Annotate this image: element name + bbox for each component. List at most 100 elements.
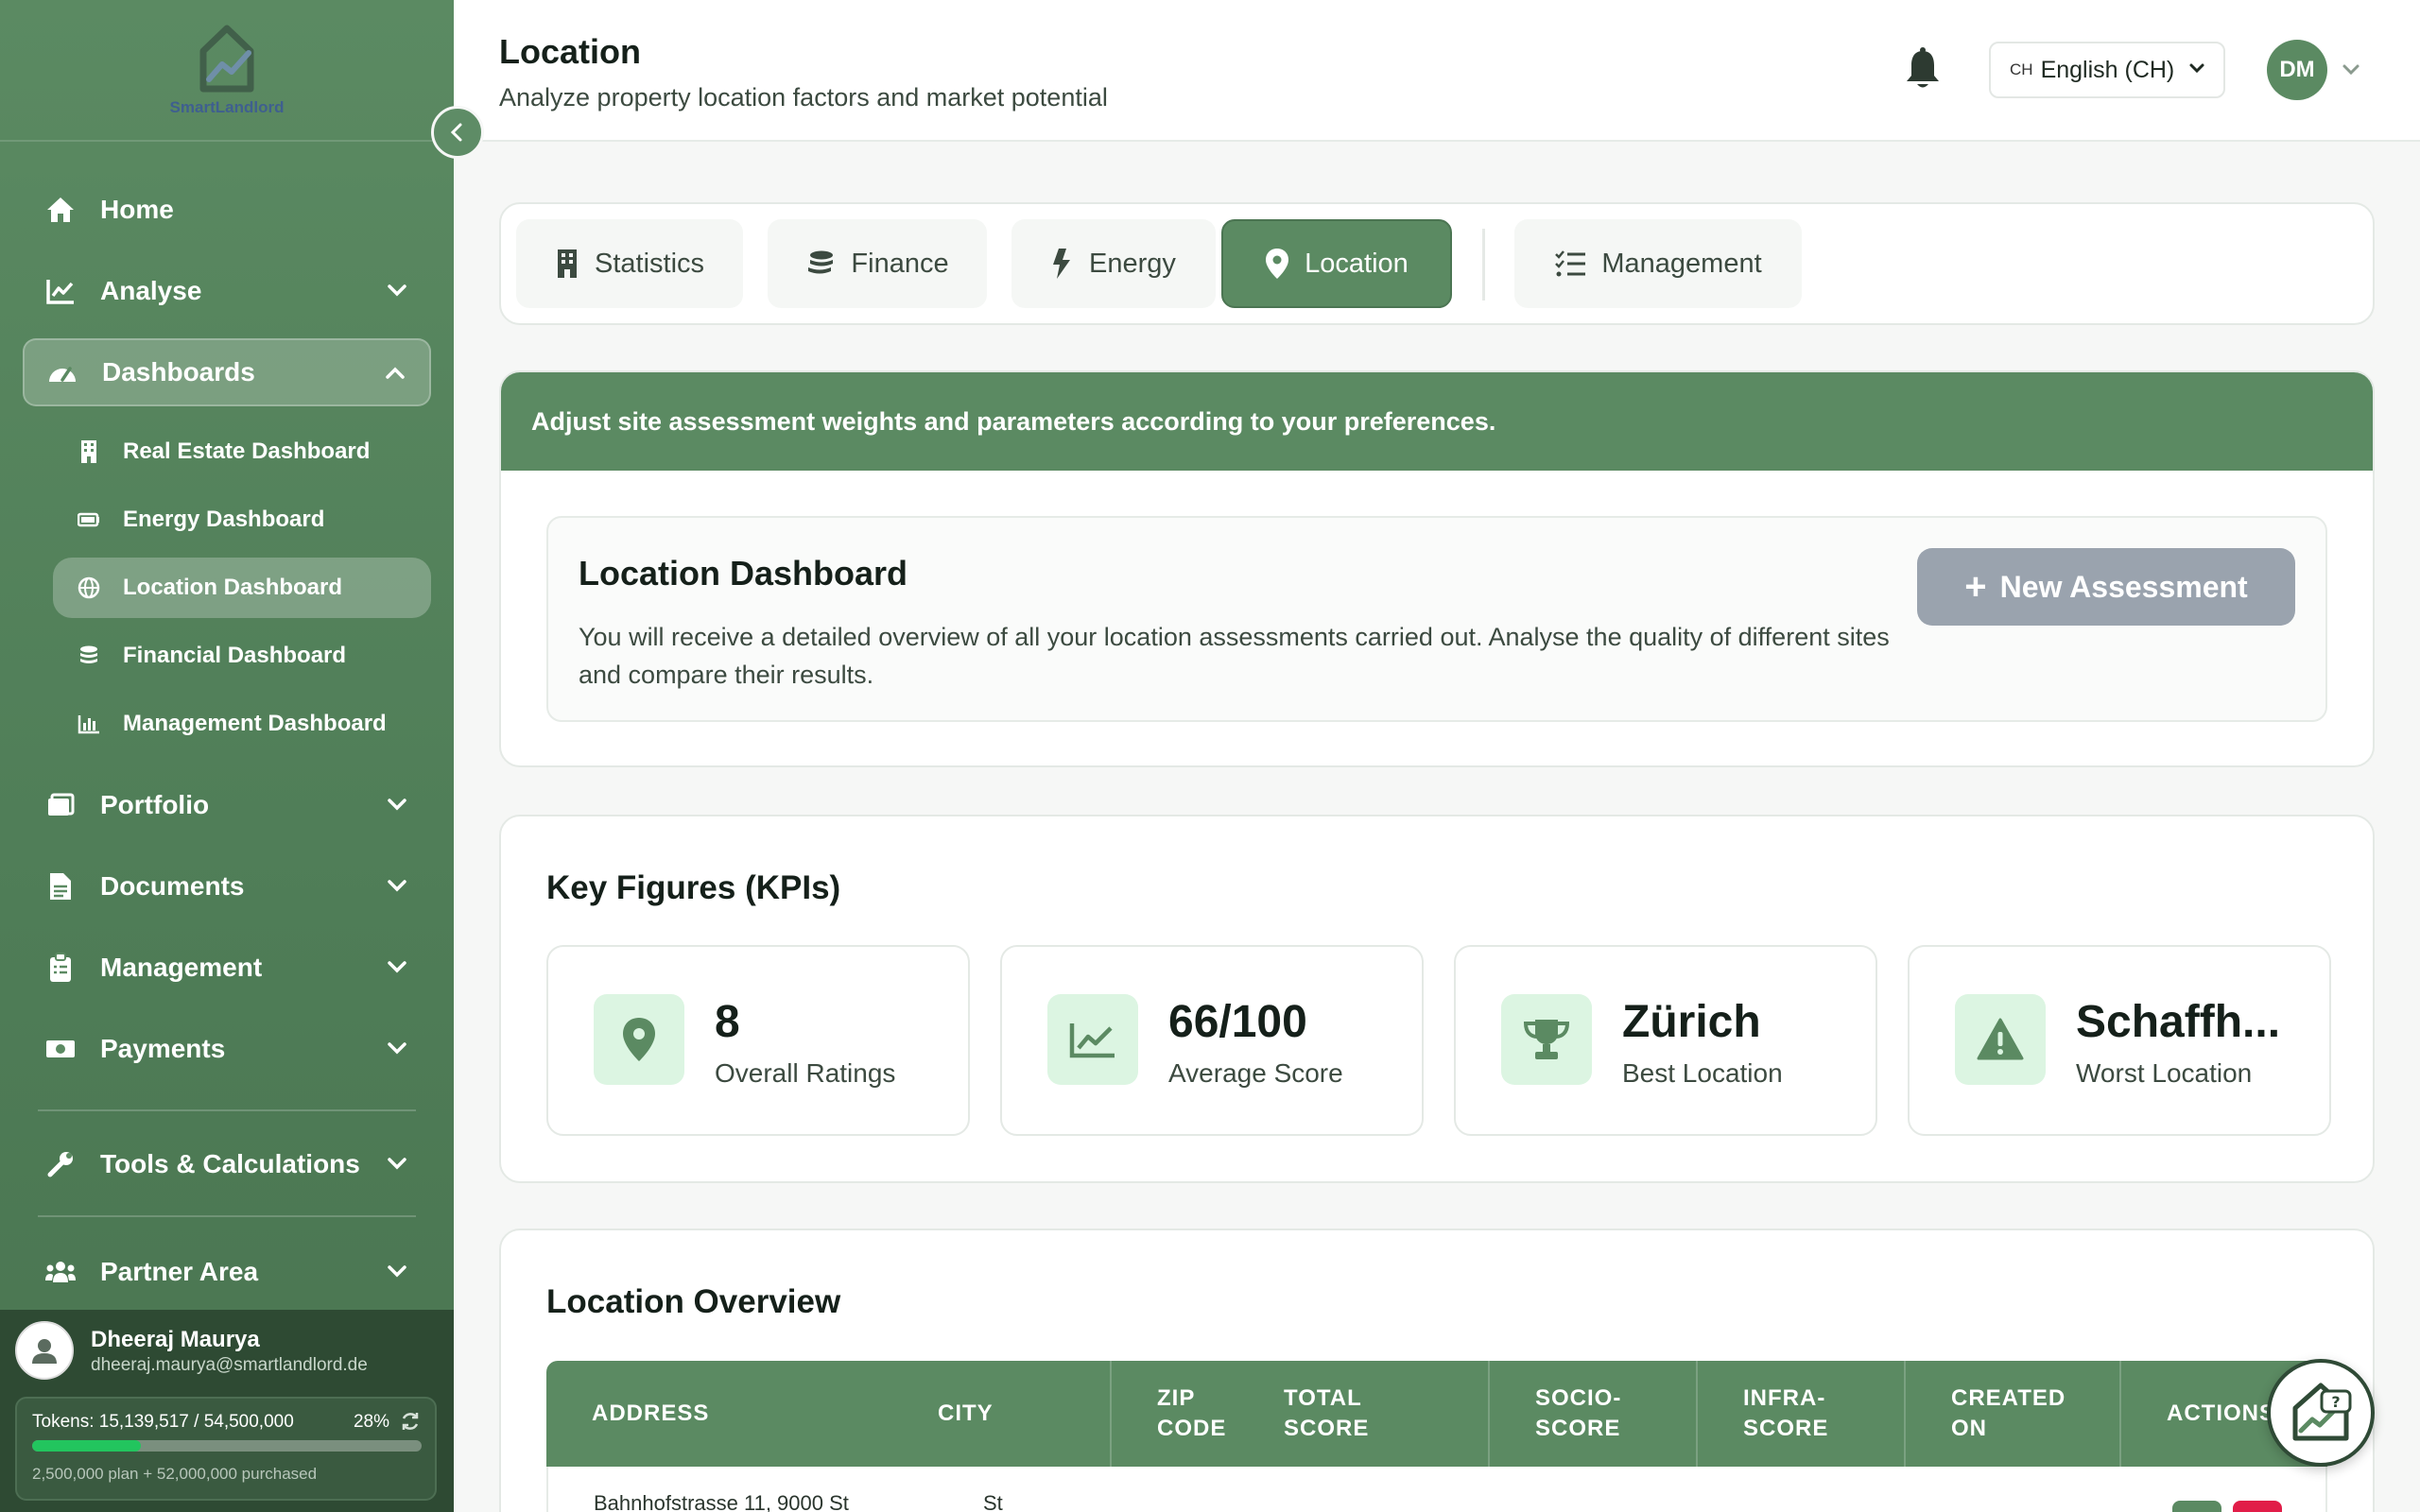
- column-header-created-on[interactable]: CREATED ON: [1904, 1361, 2119, 1467]
- sidebar-item-dashboards[interactable]: Dashboards: [23, 338, 431, 406]
- sidebar-item-label: Tools & Calculations: [100, 1149, 360, 1178]
- logo[interactable]: SmartLandlord: [0, 0, 454, 142]
- sidebar-subitem-management-dashboard[interactable]: Management Dashboard: [53, 694, 431, 754]
- kpi-card-overall-ratings: 8 Overall Ratings: [546, 945, 970, 1136]
- tab-location[interactable]: Location: [1221, 219, 1452, 308]
- sidebar-item-label: Portfolio: [100, 790, 210, 819]
- help-chat-button[interactable]: ?: [2267, 1359, 2375, 1467]
- sidebar-item-management[interactable]: Management: [23, 934, 431, 1002]
- top-header: Location Analyze property location facto…: [454, 0, 2420, 142]
- language-selector[interactable]: CH English (CH): [1989, 42, 2225, 98]
- users-icon: [43, 1255, 78, 1289]
- tab-label: Energy: [1089, 248, 1176, 279]
- building-icon: [76, 438, 102, 465]
- sidebar-item-portfolio[interactable]: Portfolio: [23, 771, 431, 839]
- column-header-zip-code[interactable]: ZIP CODE: [1110, 1361, 1284, 1467]
- sidebar-subitem-energy-dashboard[interactable]: Energy Dashboard: [53, 490, 431, 550]
- logo-text: SmartLandlord: [169, 98, 285, 116]
- column-header-total-score[interactable]: TOTAL SCORE: [1284, 1361, 1469, 1467]
- token-count: Tokens: 15,139,517 / 54,500,000: [32, 1412, 294, 1432]
- logo-icon: [199, 25, 254, 93]
- tab-energy[interactable]: Energy: [1011, 219, 1216, 308]
- edit-action-button[interactable]: [2172, 1501, 2221, 1512]
- user-icon: [32, 1339, 57, 1364]
- tab-label: Location: [1305, 248, 1409, 279]
- token-usage: Tokens: 15,139,517 / 54,500,000 28% 2,50…: [15, 1397, 437, 1501]
- tab-label: Management: [1601, 248, 1762, 279]
- kpi-label: Best Location: [1622, 1058, 1783, 1088]
- section-description: You will receive a detailed overview of …: [579, 623, 1890, 689]
- lightning-icon: [1051, 248, 1074, 280]
- user-panel: Dheeraj Maurya dheeraj.maurya@smartlandl…: [0, 1310, 454, 1512]
- cell-city: St: [983, 1491, 1003, 1512]
- folder-icon: [43, 788, 78, 822]
- kpi-value: Schaffh...: [2076, 997, 2281, 1047]
- kpi-section: Key Figures (KPIs) 8 Overall Ratings 66/…: [499, 815, 2375, 1183]
- chevron-down-icon: [386, 1036, 408, 1066]
- coins-icon: [76, 643, 102, 669]
- column-header-socio-score[interactable]: SOCIO- SCORE: [1488, 1361, 1696, 1467]
- sidebar-item-payments[interactable]: Payments: [23, 1015, 431, 1083]
- column-header-address[interactable]: ADDRESS: [546, 1361, 938, 1467]
- cell-address: Bahnhofstrasse 11, 9000 St: [594, 1491, 849, 1512]
- sidebar-item-tools-calculations[interactable]: Tools & Calculations: [23, 1130, 431, 1198]
- token-percent: 28%: [353, 1412, 389, 1432]
- sidebar-subitem-financial-dashboard[interactable]: Financial Dashboard: [53, 626, 431, 686]
- section-title: Location Dashboard: [579, 554, 908, 593]
- tab-statistics[interactable]: Statistics: [516, 219, 743, 308]
- sidebar-item-partner-area[interactable]: Partner Area: [23, 1238, 431, 1306]
- user-avatar[interactable]: DM: [2267, 40, 2327, 100]
- page-subtitle: Analyze property location factors and ma…: [499, 83, 1108, 112]
- kpi-title: Key Figures (KPIs): [546, 869, 841, 906]
- sidebar-item-label: Partner Area: [100, 1257, 259, 1286]
- kpi-card-worst-location: Schaffh... Worst Location: [1908, 945, 2331, 1136]
- sidebar-item-label: Dashboards: [102, 357, 255, 387]
- refresh-icon[interactable]: [399, 1410, 422, 1437]
- settings-banner[interactable]: Adjust site assessment weights and param…: [501, 372, 2373, 471]
- tab-management[interactable]: Management: [1514, 219, 1802, 308]
- tab-label: Finance: [851, 248, 949, 279]
- money-icon: [43, 1032, 78, 1066]
- wrench-icon: [43, 1147, 78, 1181]
- button-label: New Assessment: [1999, 569, 2248, 604]
- chevron-left-icon: [450, 123, 462, 142]
- chevron-up-icon: [384, 361, 406, 391]
- avatar[interactable]: [15, 1321, 74, 1380]
- sidebar-subitem-label: Management Dashboard: [123, 711, 387, 736]
- sidebar-subitem-location-dashboard[interactable]: Location Dashboard: [53, 558, 431, 618]
- sidebar-item-home[interactable]: Home: [23, 176, 431, 244]
- kpi-card-best-location: Zürich Best Location: [1454, 945, 1877, 1136]
- kpi-label: Worst Location: [2076, 1058, 2253, 1088]
- token-progress-fill: [32, 1440, 142, 1452]
- tab-finance[interactable]: Finance: [768, 219, 987, 308]
- column-header-infra-score[interactable]: INFRA- SCORE: [1696, 1361, 1904, 1467]
- checklist-icon: [1554, 249, 1586, 278]
- delete-action-button[interactable]: [2233, 1501, 2282, 1512]
- line-chart-icon: [1047, 994, 1138, 1085]
- sidebar-subitem-real-estate-dashboard[interactable]: Real Estate Dashboard: [53, 421, 431, 482]
- building-icon: [555, 249, 579, 279]
- sidebar-item-analyse[interactable]: Analyse: [23, 257, 431, 325]
- sidebar-item-label: Documents: [100, 871, 245, 901]
- sidebar-subitem-label: Financial Dashboard: [123, 643, 347, 668]
- chevron-down-icon[interactable]: [2341, 59, 2361, 84]
- table-row[interactable]: Bahnhofstrasse 11, 9000 St St: [546, 1467, 2327, 1512]
- sidebar-item-label: Analyse: [100, 276, 202, 305]
- bar-chart-icon: [76, 711, 102, 737]
- sidebar-item-label: Home: [100, 195, 174, 224]
- trophy-icon: [1501, 994, 1592, 1085]
- sidebar: SmartLandlord Home Analyse Dashboards Re…: [0, 0, 454, 1512]
- help-chat-icon: ?: [2292, 1383, 2352, 1441]
- globe-icon: [76, 575, 102, 601]
- sidebar-item-label: Payments: [100, 1034, 226, 1063]
- collapse-sidebar-button[interactable]: [431, 106, 484, 159]
- new-assessment-button[interactable]: + New Assessment: [1917, 548, 2295, 626]
- token-progress-bar: [32, 1440, 422, 1452]
- column-header-city[interactable]: CITY: [938, 1361, 1061, 1467]
- dashboard-tabs: Statistics Finance Energy Location Manag…: [499, 202, 2375, 325]
- tab-separator: [1482, 229, 1485, 301]
- svg-text:?: ?: [2331, 1393, 2340, 1411]
- sidebar-item-documents[interactable]: Documents: [23, 852, 431, 920]
- chevron-down-icon: [386, 278, 408, 308]
- notification-bell-icon[interactable]: [1904, 47, 1942, 95]
